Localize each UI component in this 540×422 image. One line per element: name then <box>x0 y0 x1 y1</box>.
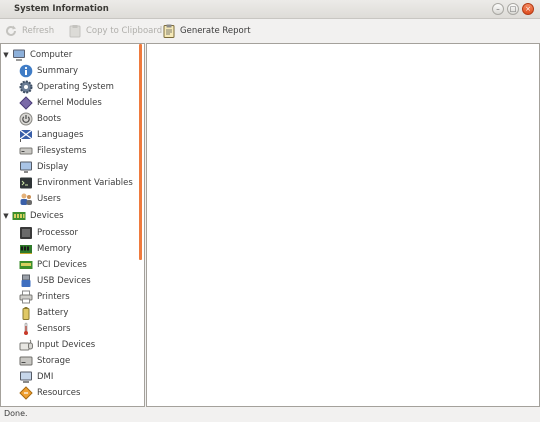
sidebar-item-operating-system[interactable]: Operating System <box>19 79 114 95</box>
thermometer-icon <box>19 322 33 336</box>
sidebar-item-dmi[interactable]: DMI <box>19 369 53 385</box>
sidebar-item-label: Resources <box>37 388 81 398</box>
sidebar-item-label: Languages <box>37 130 84 140</box>
refresh-button[interactable]: Refresh <box>4 22 54 40</box>
maximize-button[interactable]: □ <box>507 3 519 15</box>
sidebar-item-usb-devices[interactable]: USB Devices <box>19 273 91 289</box>
expander-arrow-icon[interactable]: ▼ <box>2 51 10 59</box>
module-icon <box>19 96 33 110</box>
users-icon <box>19 192 33 206</box>
monitor-icon <box>19 160 33 174</box>
sidebar-item-summary[interactable]: Summary <box>19 63 78 79</box>
info-icon <box>19 64 33 78</box>
sidebar-item-storage[interactable]: Storage <box>19 353 70 369</box>
sidebar-item-label: Memory <box>37 244 72 254</box>
tree-group-label: Devices <box>30 211 64 221</box>
title-bar: System Information – □ × <box>0 0 540 19</box>
sidebar-item-label: Input Devices <box>37 340 96 350</box>
power-icon <box>19 112 33 126</box>
status-text: Done. <box>4 409 28 418</box>
computer-icon <box>12 48 26 62</box>
sidebar-item-label: Environment Variables <box>37 178 133 188</box>
gear-icon <box>19 80 33 94</box>
sidebar-item-input-devices[interactable]: Input Devices <box>19 337 95 353</box>
sidebar-item-label: Kernel Modules <box>37 98 102 108</box>
window-title: System Information <box>14 4 109 14</box>
sidebar-item-label: Storage <box>37 356 71 366</box>
refresh-icon <box>4 24 18 38</box>
sidebar-item-resources[interactable]: Resources <box>19 385 80 401</box>
status-bar: Done. <box>0 407 540 422</box>
sidebar-item-label: Display <box>37 162 69 172</box>
sidebar-item-users[interactable]: Users <box>19 191 61 207</box>
memory-icon <box>19 242 33 256</box>
sidebar-item-label: USB Devices <box>37 276 91 286</box>
sidebar-item-sensors[interactable]: Sensors <box>19 321 71 337</box>
sidebar-item-label: Sensors <box>37 324 71 334</box>
sidebar-item-label: Printers <box>37 292 70 302</box>
refresh-label: Refresh <box>22 26 55 36</box>
clipboard-icon <box>68 24 82 38</box>
sidebar-item-boots[interactable]: Boots <box>19 111 61 127</box>
details-pane <box>146 43 540 407</box>
window-controls: – □ × <box>492 3 534 16</box>
sidebar-item-label: Boots <box>37 114 61 124</box>
minimize-button[interactable]: – <box>492 3 504 15</box>
drive-icon <box>19 144 33 158</box>
sidebar-item-battery[interactable]: Battery <box>19 305 68 321</box>
sidebar-item-label: Summary <box>37 66 79 76</box>
sidebar-item-processor[interactable]: Processor <box>19 225 78 241</box>
tree-group-computer[interactable]: ▼ Computer <box>2 47 72 63</box>
pci-icon <box>19 258 33 272</box>
sidebar-item-filesystems[interactable]: Filesystems <box>19 143 86 159</box>
battery-icon <box>19 306 33 320</box>
copy-label: Copy to Clipboard <box>86 26 163 36</box>
sidebar-item-label: Operating System <box>37 82 114 92</box>
sidebar-tree[interactable]: ▼ Computer Summary Operating System Kern… <box>0 43 145 407</box>
sidebar-item-languages[interactable]: Languages <box>19 127 83 143</box>
generate-report-button[interactable]: Generate Report <box>162 22 251 40</box>
sidebar-item-memory[interactable]: Memory <box>19 241 72 257</box>
sidebar-item-environment-variables[interactable]: Environment Variables <box>19 175 133 191</box>
tree-group-label: Computer <box>30 50 73 60</box>
printer-icon <box>19 290 33 304</box>
tree-group-devices[interactable]: ▼ Devices <box>2 208 64 224</box>
copy-to-clipboard-button[interactable]: Copy to Clipboard <box>68 22 162 40</box>
sidebar-item-label: Users <box>37 194 61 204</box>
dmi-icon <box>19 370 33 384</box>
sidebar-item-printers[interactable]: Printers <box>19 289 70 305</box>
sidebar-item-display[interactable]: Display <box>19 159 68 175</box>
close-button[interactable]: × <box>522 3 534 15</box>
sidebar-item-label: PCI Devices <box>37 260 87 270</box>
sidebar-item-label: Processor <box>37 228 78 238</box>
toolbar: Refresh Copy to Clipboard Generate Repor… <box>0 19 540 43</box>
resources-icon <box>19 386 33 400</box>
flag-icon <box>19 128 33 142</box>
usb-icon <box>19 274 33 288</box>
sidebar-item-label: DMI <box>37 372 54 382</box>
sidebar-item-label: Filesystems <box>37 146 87 156</box>
expander-arrow-icon[interactable]: ▼ <box>2 212 10 220</box>
storage-icon <box>19 354 33 368</box>
sidebar-scrollbar[interactable] <box>139 44 142 260</box>
terminal-icon <box>19 176 33 190</box>
pcb-icon <box>12 209 26 223</box>
keyboard-icon <box>19 338 33 352</box>
report-icon <box>162 24 176 38</box>
cpu-icon <box>19 226 33 240</box>
sidebar-item-pci-devices[interactable]: PCI Devices <box>19 257 87 273</box>
sidebar-item-kernel-modules[interactable]: Kernel Modules <box>19 95 102 111</box>
sidebar-item-label: Battery <box>37 308 69 318</box>
generate-report-label: Generate Report <box>180 26 251 36</box>
